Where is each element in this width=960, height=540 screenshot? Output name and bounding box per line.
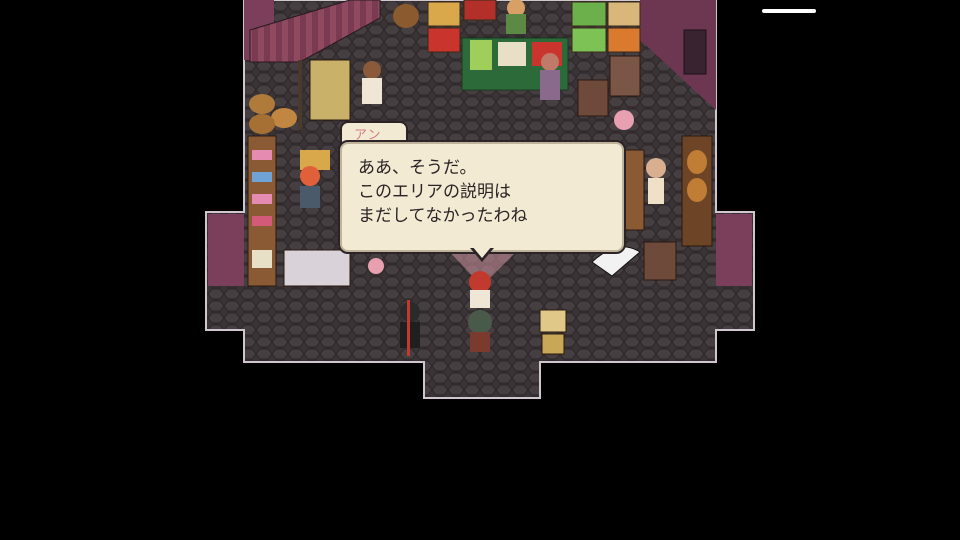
menu-bar-icon[interactable] (762, 9, 816, 13)
anne-character (469, 271, 491, 308)
dialogue-text: ああ、そうだ。 このエリアの説明は まだしてなかったわね (358, 156, 613, 228)
robot-character (539, 309, 567, 355)
market-map (205, 0, 755, 399)
left-alcove-wall (208, 214, 244, 286)
dialogue-line-3: まだしてなかったわね (358, 206, 528, 226)
speaker-name: アン (354, 128, 382, 143)
dialogue-tail-fill (472, 246, 492, 258)
game-screen: アン ああ、そうだ。 このエリアの説明は まだしてなかったわね (0, 0, 960, 540)
guard-character (400, 300, 420, 356)
right-door (683, 29, 707, 75)
dialogue-line-1: ああ、そうだ。 (358, 158, 477, 178)
right-alcove-wall (716, 214, 752, 286)
dialogue-line-2: このエリアの説明は (358, 182, 511, 202)
